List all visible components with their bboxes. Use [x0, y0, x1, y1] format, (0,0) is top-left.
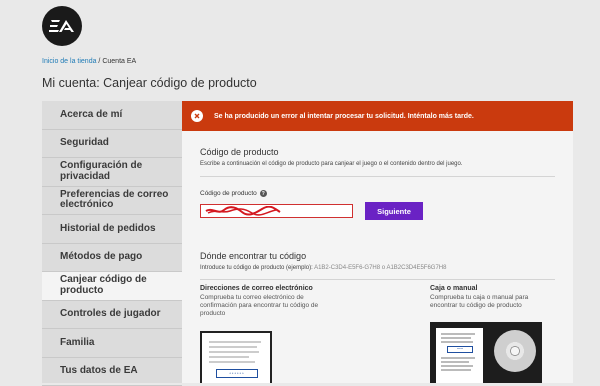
- breadcrumb-home-link[interactable]: Inicio de la tienda: [42, 58, 96, 65]
- product-code-label-text: Código de producto: [200, 190, 257, 197]
- sidebar-item-label: Familia: [60, 338, 94, 349]
- sidebar-item-privacy[interactable]: Configuración de privacidad: [42, 158, 182, 187]
- sidebar-item-label: Controles de jugador: [60, 309, 161, 320]
- example-label: Introduce tu código de producto (ejemplo…: [200, 265, 313, 271]
- sidebar-item-label: Métodos de pago: [60, 252, 142, 263]
- sidebar-item-label: Configuración de privacidad: [60, 161, 182, 182]
- sidebar-item-redeem-code[interactable]: Canjear código de producto: [42, 272, 182, 301]
- divider: [200, 176, 555, 177]
- redacted-scribble-icon: [204, 206, 284, 216]
- disc-icon: [494, 330, 536, 372]
- box-method-text: Comprueba tu caja o manual para encontra…: [430, 294, 555, 310]
- breadcrumb-current: Cuenta EA: [102, 58, 136, 65]
- sidebar-item-order-history[interactable]: Historial de pedidos: [42, 215, 182, 244]
- sidebar-item-label: Canjear código de producto: [60, 275, 182, 296]
- product-code-description: Escribe a continuación el código de prod…: [200, 161, 463, 167]
- sidebar-item-email-prefs[interactable]: Preferencias de correo electrónico: [42, 187, 182, 216]
- account-sidebar: Acerca de mí Seguridad Configuración de …: [42, 101, 182, 383]
- product-code-heading: Código de producto: [200, 147, 279, 157]
- box-method-title: Caja o manual: [430, 285, 477, 292]
- sidebar-item-security[interactable]: Seguridad: [42, 130, 182, 159]
- product-code-label: Código de producto ?: [200, 190, 267, 197]
- error-banner: Se ha producido un error al intentar pro…: [182, 101, 573, 131]
- sidebar-item-label: Seguridad: [60, 138, 109, 149]
- sidebar-item-label: Historial de pedidos: [60, 224, 156, 235]
- next-button[interactable]: Siguiente: [365, 202, 423, 220]
- sidebar-item-label: Acerca de mí: [60, 110, 122, 121]
- sidebar-item-about-me[interactable]: Acerca de mí: [42, 101, 182, 130]
- game-case-illustration: *****: [430, 322, 542, 383]
- breadcrumb: Inicio de la tienda / Cuenta EA: [42, 58, 136, 65]
- example-value: A1B2-C3D4-E5F6-G7H8 o A1B2C3D4E5F6G7H8: [314, 265, 446, 271]
- sidebar-item-payment-methods[interactable]: Métodos de pago: [42, 244, 182, 273]
- ea-logo-icon: [49, 19, 75, 33]
- error-close-icon: [191, 110, 203, 122]
- ea-logo[interactable]: [42, 6, 82, 46]
- sidebar-item-label: Tus datos de EA: [60, 366, 138, 377]
- page-title: Mi cuenta: Canjear código de producto: [42, 76, 257, 90]
- sidebar-item-player-controls[interactable]: Controles de jugador: [42, 301, 182, 330]
- help-icon[interactable]: ?: [260, 190, 267, 197]
- email-method-text: Comprueba tu correo electrónico de confi…: [200, 294, 340, 318]
- email-method-title: Direcciones de correo electrónico: [200, 285, 313, 292]
- divider: [200, 279, 555, 280]
- email-illustration: ******: [200, 331, 272, 383]
- sidebar-item-family[interactable]: Familia: [42, 329, 182, 358]
- error-message: Se ha producido un error al intentar pro…: [214, 113, 474, 120]
- example-line: Introduce tu código de producto (ejemplo…: [200, 265, 446, 271]
- where-heading: Dónde encontrar tu código: [200, 251, 306, 261]
- sidebar-item-ea-data[interactable]: Tus datos de EA: [42, 358, 182, 386]
- sidebar-item-label: Preferencias de correo electrónico: [60, 190, 182, 211]
